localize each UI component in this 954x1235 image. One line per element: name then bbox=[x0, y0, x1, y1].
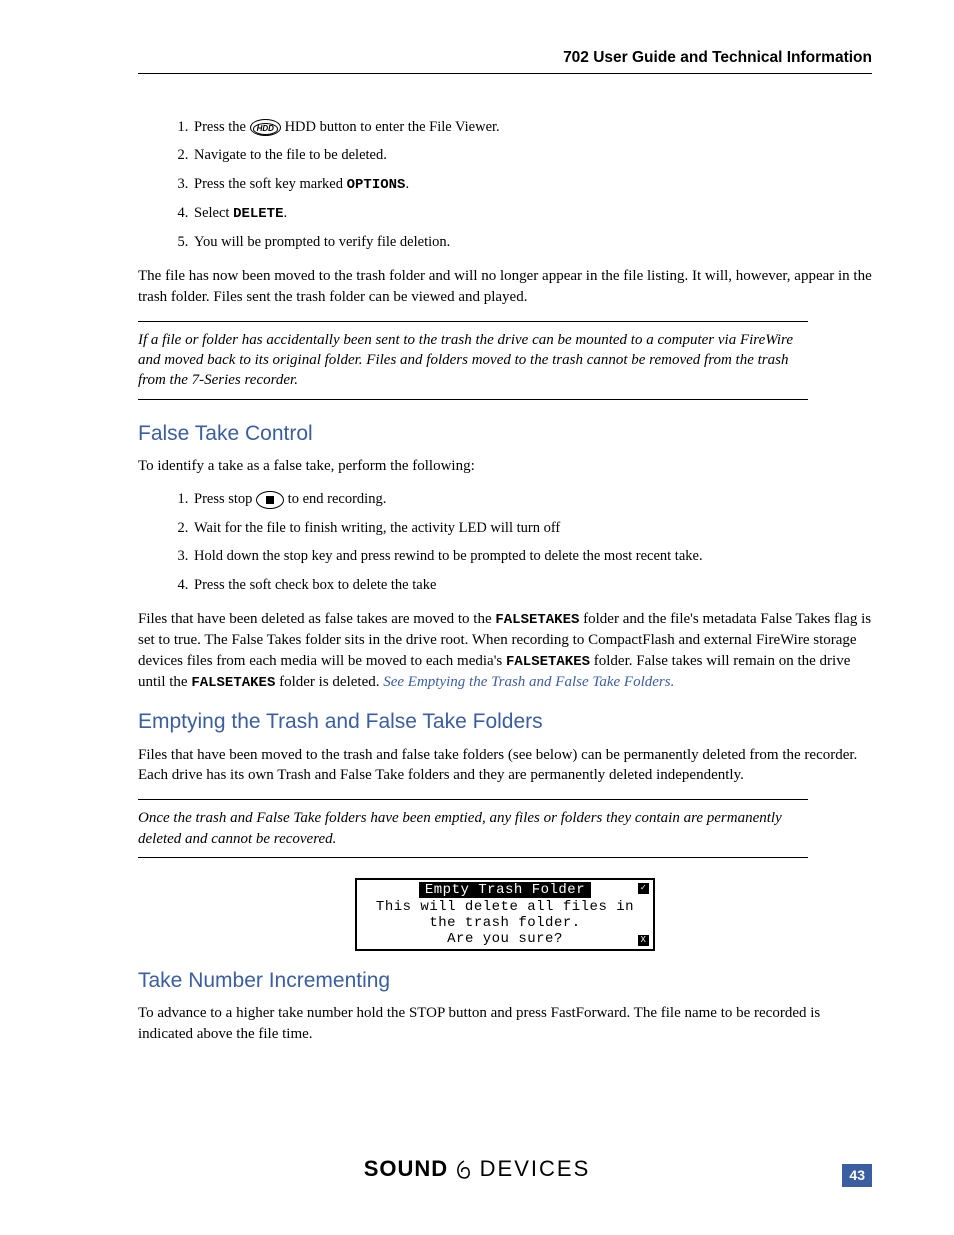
text: Select bbox=[194, 205, 233, 221]
lcd-screenshot: ✓ X Empty Trash Folder This will delete … bbox=[355, 878, 655, 951]
callout-text: Once the trash and False Take folders ha… bbox=[138, 808, 808, 849]
list-item: Navigate to the file to be deleted. bbox=[192, 146, 872, 166]
lcd-line: the trash folder. bbox=[361, 915, 649, 931]
paragraph: Files that have been deleted as false ta… bbox=[138, 609, 872, 692]
page-header: 702 User Guide and Technical Information bbox=[138, 48, 872, 74]
hdd-label: HDD bbox=[253, 123, 278, 135]
text: Press stop bbox=[194, 491, 256, 507]
list-item: Press the soft check box to delete the t… bbox=[192, 576, 872, 596]
heading-take-number: Take Number Incrementing bbox=[138, 967, 872, 995]
list-item: Wait for the file to finish writing, the… bbox=[192, 519, 872, 539]
softkey-x-icon: X bbox=[638, 935, 649, 946]
text: Files that have been deleted as false ta… bbox=[138, 611, 495, 627]
lcd-title: Empty Trash Folder bbox=[419, 882, 591, 898]
text: Press the bbox=[194, 119, 250, 135]
logo-sound: SOUND bbox=[364, 1156, 448, 1181]
heading-false-take: False Take Control bbox=[138, 420, 872, 448]
text: folder is deleted. bbox=[275, 674, 383, 690]
list-item: You will be prompted to verify file dele… bbox=[192, 233, 872, 253]
list-item: Press the HDD HDD button to enter the Fi… bbox=[192, 118, 872, 138]
callout-text: If a file or folder has accidentally bee… bbox=[138, 330, 808, 391]
page-number: 43 bbox=[842, 1164, 872, 1187]
cross-reference-link[interactable]: See Emptying the Trash and False Take Fo… bbox=[383, 674, 674, 690]
lcd-line: Are you sure? bbox=[361, 931, 649, 947]
list-item: Press the soft key marked OPTIONS. bbox=[192, 175, 872, 195]
paragraph: The file has now been moved to the trash… bbox=[138, 266, 872, 307]
false-take-steps-list: Press stop to end recording. Wait for th… bbox=[138, 490, 872, 595]
logo-devices: DEVICES bbox=[480, 1156, 591, 1181]
paragraph: Files that have been moved to the trash … bbox=[138, 745, 872, 786]
text: . bbox=[283, 205, 287, 221]
mono-text: OPTIONS bbox=[347, 177, 406, 193]
mono-text: DELETE bbox=[233, 206, 283, 222]
paragraph: To advance to a higher take number hold … bbox=[138, 1003, 872, 1044]
mono-text: FALSETAKES bbox=[191, 675, 275, 691]
callout-box: Once the trash and False Take folders ha… bbox=[138, 799, 808, 858]
lcd-line: This will delete all files in bbox=[361, 899, 649, 915]
mono-text: FALSETAKES bbox=[495, 612, 579, 628]
list-item: Hold down the stop key and press rewind … bbox=[192, 547, 872, 567]
paragraph: To identify a take as a false take, perf… bbox=[138, 456, 872, 476]
heading-emptying: Emptying the Trash and False Take Folder… bbox=[138, 708, 872, 736]
softkey-check-icon: ✓ bbox=[638, 883, 649, 894]
callout-box: If a file or folder has accidentally bee… bbox=[138, 321, 808, 400]
delete-steps-list: Press the HDD HDD button to enter the Fi… bbox=[138, 118, 872, 252]
page-footer: SOUND DEVICES 43 bbox=[0, 1154, 954, 1187]
list-item: Press stop to end recording. bbox=[192, 490, 872, 510]
text: HDD button to enter the File Viewer. bbox=[281, 119, 500, 135]
text: to end recording. bbox=[284, 491, 386, 507]
text: Press the soft key marked bbox=[194, 176, 347, 192]
header-title: 702 User Guide and Technical Information bbox=[563, 49, 872, 66]
text: . bbox=[405, 176, 409, 192]
stop-button-icon bbox=[256, 491, 284, 509]
logo-swirl-icon bbox=[454, 1159, 474, 1187]
mono-text: FALSETAKES bbox=[506, 654, 590, 670]
list-item: Select DELETE. bbox=[192, 204, 872, 224]
hdd-button-icon: HDD bbox=[250, 119, 281, 136]
